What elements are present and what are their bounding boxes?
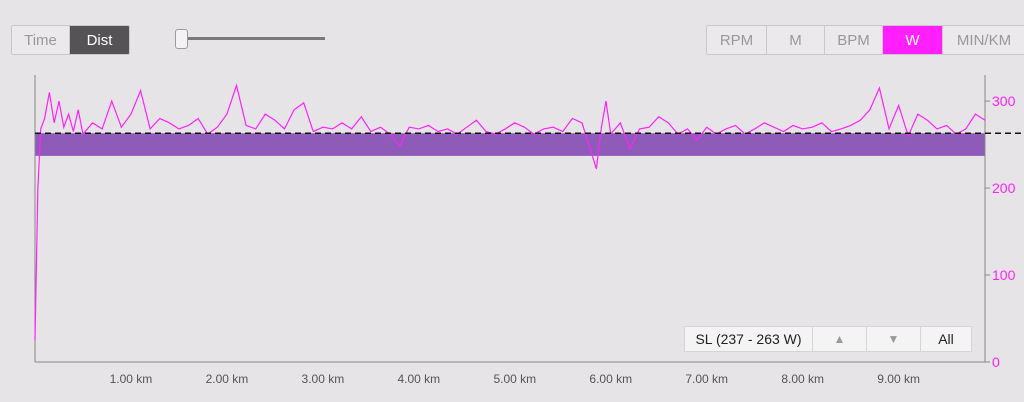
- down-arrow-icon[interactable]: ▼: [867, 327, 921, 351]
- y-tick-label: 300: [992, 93, 1016, 109]
- zone-band: [35, 133, 985, 156]
- plot-area: [35, 75, 985, 362]
- y-tick-label: 200: [992, 180, 1016, 196]
- y-tick-label: 0: [992, 354, 1000, 370]
- x-tick-label: 6.00 km: [589, 372, 632, 386]
- x-tick-label: 7.00 km: [685, 372, 728, 386]
- all-button[interactable]: All: [921, 327, 971, 351]
- x-tick-label: 1.00 km: [110, 372, 153, 386]
- zone-navigator: SL (237 - 263 W) ▲ ▼ All: [684, 326, 972, 352]
- x-tick-label: 9.00 km: [877, 372, 920, 386]
- x-tick-label: 2.00 km: [206, 372, 249, 386]
- x-tick-label: 3.00 km: [302, 372, 345, 386]
- x-tick-label: 8.00 km: [781, 372, 824, 386]
- x-tick-label: 4.00 km: [397, 372, 440, 386]
- y-tick-label: 100: [992, 267, 1016, 283]
- zone-label[interactable]: SL (237 - 263 W): [685, 327, 813, 351]
- up-arrow-icon[interactable]: ▲: [813, 327, 867, 351]
- x-tick-label: 5.00 km: [493, 372, 536, 386]
